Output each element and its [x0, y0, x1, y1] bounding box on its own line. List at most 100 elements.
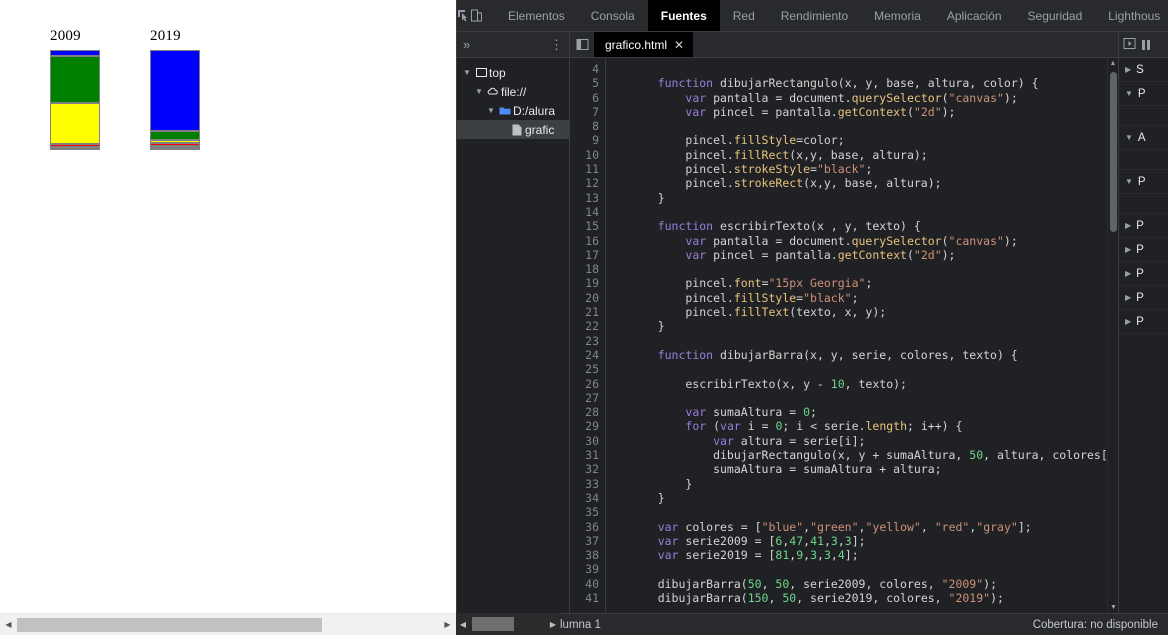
chevron-down-icon[interactable]: ▼: [461, 68, 473, 77]
file-tree-row[interactable]: ▼ D:/alura: [457, 101, 569, 120]
line-number[interactable]: 11: [570, 162, 599, 176]
page-scroll-thumb[interactable]: [17, 617, 322, 632]
code-line[interactable]: }: [630, 319, 1107, 333]
chevron-down-icon[interactable]: ▼: [473, 87, 485, 96]
debugger-section-header[interactable]: ▼ A: [1119, 126, 1168, 150]
more-tabs-icon[interactable]: »: [463, 37, 470, 52]
line-number[interactable]: 14: [570, 205, 599, 219]
line-number[interactable]: 18: [570, 262, 599, 276]
dt-scroll-left-arrow-icon[interactable]: ◀: [456, 620, 470, 629]
code-scroll-thumb[interactable]: [1110, 72, 1117, 232]
line-number[interactable]: 24: [570, 348, 599, 362]
line-number[interactable]: 29: [570, 419, 599, 433]
line-number[interactable]: 5: [570, 76, 599, 90]
code-line[interactable]: pincel.strokeRect(x,y, base, altura);: [630, 176, 1107, 190]
devtools-tab-red[interactable]: Red: [720, 0, 768, 31]
dt-scroll-thumb[interactable]: [472, 617, 514, 631]
line-number[interactable]: 4: [570, 62, 599, 76]
line-number[interactable]: 31: [570, 448, 599, 462]
devtools-tab-lighthous[interactable]: Lighthous: [1095, 0, 1168, 31]
code-vertical-scrollbar[interactable]: ▲ ▼: [1107, 58, 1118, 613]
line-number[interactable]: 36: [570, 520, 599, 534]
code-line[interactable]: pincel.strokeStyle="black";: [630, 162, 1107, 176]
line-number[interactable]: 22: [570, 319, 599, 333]
code-line[interactable]: pincel.font="15px Georgia";: [630, 276, 1107, 290]
code-line[interactable]: var pincel = pantalla.getContext("2d");: [630, 105, 1107, 119]
line-number[interactable]: 23: [570, 334, 599, 348]
line-number[interactable]: 39: [570, 562, 599, 576]
debugger-section-header[interactable]: ▶ P: [1119, 262, 1168, 286]
code-line[interactable]: [630, 334, 1107, 348]
scroll-down-arrow-icon[interactable]: ▼: [1108, 602, 1118, 613]
code-viewer[interactable]: 4 5 6 7 8 9 10 11 12 13 14 15 16 17 18 19 20 21 22 23 24 25 26…: [570, 58, 1118, 613]
line-number[interactable]: 8: [570, 119, 599, 133]
line-number[interactable]: 35: [570, 505, 599, 519]
code-line[interactable]: [630, 205, 1107, 219]
show-navigator-icon[interactable]: [570, 32, 594, 57]
code-line[interactable]: var serie2009 = [6,47,41,3,3];: [630, 534, 1107, 548]
line-number[interactable]: 19: [570, 276, 599, 290]
dt-scroll-right-arrow-icon[interactable]: ▶: [546, 620, 560, 629]
code-line[interactable]: var pantalla = document.querySelector("c…: [630, 234, 1107, 248]
code-line[interactable]: escribirTexto(x, y - 10, texto);: [630, 377, 1107, 391]
code-line[interactable]: pincel.fillStyle="black";: [630, 291, 1107, 305]
line-number[interactable]: 38: [570, 548, 599, 562]
code-line[interactable]: dibujarRectangulo(x, y + sumaAltura, 50,…: [630, 448, 1107, 462]
code-line[interactable]: }: [630, 191, 1107, 205]
line-number[interactable]: 40: [570, 577, 599, 591]
devtools-tab-consola[interactable]: Consola: [578, 0, 648, 31]
source-code-text[interactable]: function dibujarRectangulo(x, y, base, a…: [606, 58, 1107, 613]
line-number[interactable]: 10: [570, 148, 599, 162]
page-horizontal-scrollbar[interactable]: ◀ ▶: [0, 613, 456, 635]
line-number[interactable]: 37: [570, 534, 599, 548]
code-line[interactable]: [630, 119, 1107, 133]
line-number[interactable]: 20: [570, 291, 599, 305]
code-line[interactable]: [630, 505, 1107, 519]
line-number[interactable]: 12: [570, 176, 599, 190]
line-number[interactable]: 16: [570, 234, 599, 248]
dt-scroll-track[interactable]: [470, 613, 546, 635]
chevron-right-icon[interactable]: ▶: [1125, 245, 1131, 254]
page-scroll-track[interactable]: [17, 614, 439, 635]
code-line[interactable]: dibujarBarra(50, 50, serie2009, colores,…: [630, 577, 1107, 591]
code-line[interactable]: var serie2019 = [81,9,3,3,4];: [630, 548, 1107, 562]
code-line[interactable]: dibujarBarra(150, 50, serie2019, colores…: [630, 591, 1107, 605]
code-line[interactable]: [630, 562, 1107, 576]
line-number[interactable]: 21: [570, 305, 599, 319]
line-number[interactable]: 33: [570, 477, 599, 491]
scroll-up-arrow-icon[interactable]: ▲: [1108, 58, 1118, 69]
device-toolbar-icon[interactable]: [470, 0, 483, 31]
chevron-right-icon[interactable]: ▶: [1125, 317, 1131, 326]
line-number[interactable]: 6: [570, 91, 599, 105]
line-number[interactable]: 25: [570, 362, 599, 376]
devtools-horizontal-scrollbar[interactable]: ◀ ▶: [456, 613, 560, 635]
file-tree-row[interactable]: grafic: [457, 120, 569, 139]
line-number[interactable]: 26: [570, 377, 599, 391]
code-line[interactable]: }: [630, 491, 1107, 505]
code-line[interactable]: pincel.fillText(texto, x, y);: [630, 305, 1107, 319]
editor-file-tab[interactable]: grafico.html ✕: [594, 32, 694, 57]
devtools-tab-seguridad[interactable]: Seguridad: [1015, 0, 1096, 31]
code-line[interactable]: function dibujarRectangulo(x, y, base, a…: [630, 76, 1107, 90]
chevron-right-icon[interactable]: ▶: [1125, 221, 1131, 230]
line-number[interactable]: 30: [570, 434, 599, 448]
inspect-element-icon[interactable]: [457, 0, 470, 31]
line-number[interactable]: 15: [570, 219, 599, 233]
chevron-down-icon[interactable]: ▼: [1125, 177, 1133, 186]
debugger-section-header[interactable]: ▶ P: [1119, 286, 1168, 310]
chevron-right-icon[interactable]: ▶: [1125, 65, 1131, 74]
debugger-section-header[interactable]: ▶ P: [1119, 214, 1168, 238]
debugger-section-header[interactable]: ▶ P: [1119, 310, 1168, 334]
devtools-tab-rendimiento[interactable]: Rendimiento: [768, 0, 861, 31]
line-number[interactable]: 7: [570, 105, 599, 119]
code-line[interactable]: }: [630, 477, 1107, 491]
code-line[interactable]: function dibujarBarra(x, y, serie, color…: [630, 348, 1107, 362]
code-line[interactable]: [630, 362, 1107, 376]
show-debugger-sidebar-icon[interactable]: [1123, 37, 1136, 53]
code-line[interactable]: for (var i = 0; i < serie.length; i++) {: [630, 419, 1107, 433]
pause-script-icon[interactable]: [1142, 39, 1150, 50]
scroll-right-arrow-icon[interactable]: ▶: [439, 614, 456, 635]
line-number[interactable]: 28: [570, 405, 599, 419]
line-number[interactable]: 32: [570, 462, 599, 476]
line-number[interactable]: 27: [570, 391, 599, 405]
